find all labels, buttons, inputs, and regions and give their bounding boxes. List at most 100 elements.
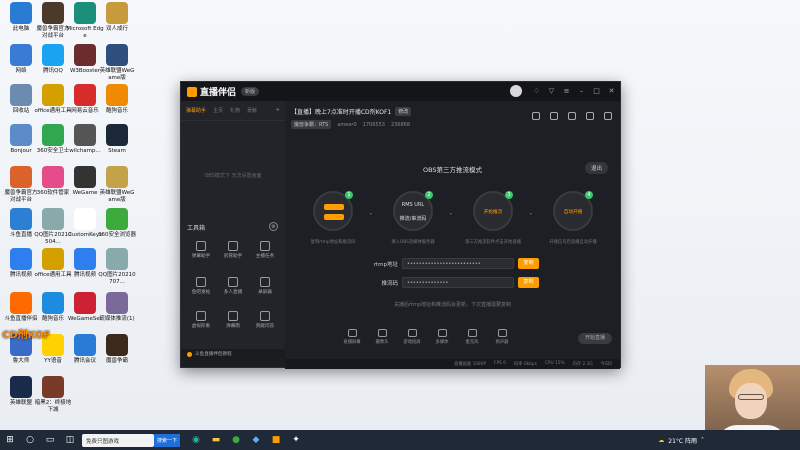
tool-room-admin[interactable]: 房管助手 — [219, 241, 247, 259]
rain-icon — [228, 311, 238, 321]
left-tabs: 弹幕助手 主页 礼物 贡献 + — [181, 101, 285, 121]
settings-icon[interactable]: ⚙ — [269, 222, 278, 231]
widgets-icon[interactable]: ◫ — [60, 430, 80, 450]
copy-stream-key-button[interactable]: 复制 — [518, 277, 539, 288]
gift-icon[interactable]: ▽ — [547, 87, 556, 96]
taskbar-search-input[interactable]: 免费只图游戏 — [82, 433, 154, 447]
tool-recorder[interactable]: 录屏器 — [251, 277, 279, 295]
desktop-icon-label: 魔兽争霸 — [105, 358, 128, 364]
tool-danmaku[interactable]: 弹幕助手 — [187, 241, 215, 259]
app-icon — [42, 292, 64, 314]
copy-rtmp-button[interactable]: 复制 — [518, 258, 539, 269]
app-icon — [106, 2, 128, 24]
stream-key-field[interactable]: •••••••••••••• — [402, 277, 514, 288]
tool-multi-live[interactable]: 多人直播 — [219, 277, 247, 295]
desktop-icon-label: QQ图片20210707... — [98, 272, 136, 285]
tab-gift[interactable]: 礼物 — [230, 107, 240, 114]
app-icon — [106, 124, 128, 146]
overlay-text: CD剂KOF — [2, 330, 51, 341]
start-live-button[interactable]: 开始直播 — [578, 333, 612, 344]
room-title: 【直播】晚上7点准时开播CD剂KOF1 — [291, 109, 392, 116]
speaker-button[interactable]: 扬声器 — [489, 329, 515, 345]
game-taskbar-icon[interactable]: ✦ — [286, 430, 306, 450]
desktop-icon-label: 英雄联盟WeGame版 — [99, 190, 135, 203]
recorder-icon — [260, 277, 270, 287]
add-icon[interactable]: + — [276, 107, 280, 114]
copy-pill-icon — [324, 214, 344, 220]
desktop-icon-label: Steam — [108, 148, 126, 154]
share-icon[interactable] — [532, 112, 540, 120]
speaker-icon — [497, 329, 507, 337]
desktop-icon[interactable]: 流媒体推流(1) — [98, 292, 136, 323]
rtmp-field[interactable]: ••••••••••••••••••••••••• — [402, 258, 514, 269]
game-source-button[interactable]: 游戏投屏 — [399, 329, 425, 345]
taskbar-search-button[interactable]: 搜索一下 — [154, 433, 181, 447]
desktop-icon-label: 360安全浏览器 — [98, 232, 136, 238]
desktop-icon[interactable]: 360安全浏览器 — [98, 208, 136, 239]
live-companion-window: 直播伴侣 新版 ♢ ▽ ≡ – □ ✕ 弹幕助手 主页 礼物 贡献 + OBS模… — [180, 81, 621, 369]
desktop-icon[interactable]: QQ图片20210707... — [98, 248, 136, 285]
desktop-icon[interactable]: 英雄联盟WeGame版 — [98, 166, 136, 203]
version-badge[interactable]: 新版 — [241, 87, 260, 96]
rtmp-row: rtmp地址 ••••••••••••••••••••••••• 复制 — [368, 258, 539, 269]
file-explorer-icon[interactable]: ▬ — [206, 430, 226, 450]
minimize-icon[interactable]: – — [577, 87, 586, 96]
lock-icon[interactable] — [550, 112, 558, 120]
app-icon — [10, 2, 32, 24]
media-source-button[interactable]: 多媒体 — [429, 329, 455, 345]
app-logo: 直播伴侣 — [187, 85, 236, 98]
screen-icon — [347, 329, 357, 337]
maximize-icon[interactable]: □ — [592, 87, 601, 96]
weather-text[interactable]: 21°C 阵雨 — [668, 436, 697, 445]
camera-source-button[interactable]: 摄像头 — [369, 329, 395, 345]
step-1: 1 — [313, 191, 353, 231]
app-icon — [74, 292, 96, 314]
room-info: 【直播】晚上7点准时开播CD剂KOF1 修改 魔兽争霸：RTS ameer0 1… — [291, 107, 412, 129]
room-actions — [532, 112, 612, 120]
screen-source-button[interactable]: 直播屏幕 — [339, 329, 365, 345]
desktop-icon[interactable]: 暗黑2：终极地下城 — [34, 376, 72, 413]
more-icon[interactable] — [604, 112, 612, 120]
tool-post[interactable]: 鱼吧发帖 — [187, 277, 215, 295]
tool-danmaku-rain[interactable]: 弹幕雨 — [219, 311, 247, 329]
live-companion-taskbar-icon[interactable]: ■ — [266, 430, 286, 450]
copy-pill-icon — [324, 204, 344, 210]
windows-start-icon[interactable]: ⊞ — [0, 430, 20, 450]
tool-qa[interactable]: 贡献问答 — [251, 311, 279, 329]
edit-title-button[interactable]: 修改 — [395, 107, 412, 116]
app-icon — [42, 376, 64, 398]
close-icon[interactable]: ✕ — [607, 87, 616, 96]
app-icon[interactable]: ◆ — [246, 430, 266, 450]
desktop-icon[interactable]: 双人成行 — [98, 2, 136, 33]
category-badge[interactable]: 魔兽争霸：RTS — [291, 120, 332, 129]
rtmp-label: rtmp地址 — [373, 261, 398, 268]
step-3-caption: 第三方推流软件点击开始直播 — [465, 240, 521, 245]
message-icon[interactable] — [568, 112, 576, 120]
system-tray: ☁ 21°C 阵雨 ˄ — [658, 430, 704, 450]
microphone-button[interactable]: 麦克风 — [459, 329, 485, 345]
browser-icon[interactable]: ● — [226, 430, 246, 450]
tool-anchor-task[interactable]: 主播任务 — [251, 241, 279, 259]
hot-notice-bar[interactable]: 斗鱼直播伴侣教程 — [181, 349, 285, 359]
app-icon — [42, 166, 64, 188]
app-icon — [106, 208, 128, 230]
tab-home[interactable]: 主页 — [213, 107, 223, 114]
desktop-icon[interactable]: Steam — [98, 124, 136, 155]
desktop-icon[interactable]: 酷狗音乐 — [98, 84, 136, 115]
desktop-icon[interactable]: 英雄联盟WeGame版 — [98, 44, 136, 81]
obs-mode-title: OBS第三方推流模式 — [422, 166, 483, 174]
avatar[interactable] — [510, 85, 522, 97]
task-view-icon[interactable]: ▭ — [40, 430, 60, 450]
tab-contribution[interactable]: 贡献 — [247, 107, 257, 114]
app-icon — [106, 166, 128, 188]
uid-text: ameer0 — [337, 121, 357, 128]
tool-avatar[interactable]: 虚拟形象 — [187, 311, 215, 329]
search-icon[interactable]: ○ — [20, 430, 40, 450]
desktop-icon[interactable]: 魔兽争霸 — [98, 334, 136, 365]
bell-icon[interactable] — [586, 112, 594, 120]
menu-icon[interactable]: ≡ — [562, 87, 571, 96]
shirt-icon[interactable]: ♢ — [532, 87, 541, 96]
tab-danmaku[interactable]: 弹幕助手 — [186, 107, 206, 114]
edge-icon[interactable]: ◉ — [186, 430, 206, 450]
chevron-up-icon[interactable]: ˄ — [701, 437, 704, 444]
